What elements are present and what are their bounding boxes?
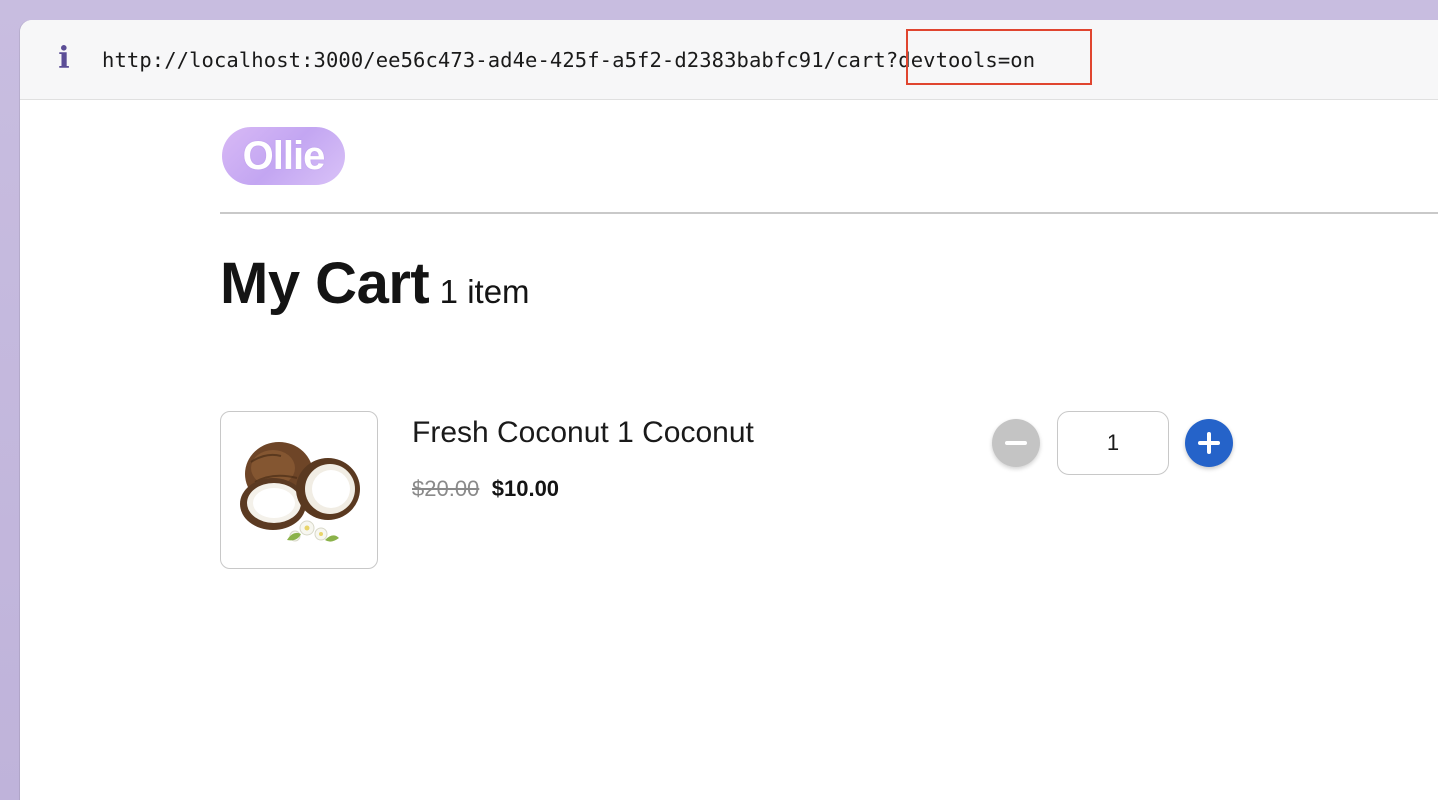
browser-window: i http://localhost:3000/ee56c473-ad4e-42…	[20, 20, 1438, 800]
sale-price: $10.00	[491, 476, 560, 501]
plus-icon	[1198, 432, 1220, 454]
coconut-illustration	[240, 442, 360, 542]
item-price: $20.00 $10.00	[412, 476, 559, 502]
desktop-background: i http://localhost:3000/ee56c473-ad4e-42…	[0, 0, 1438, 800]
logo-text: Ollie	[242, 133, 326, 178]
decrease-quantity-button[interactable]	[992, 419, 1040, 467]
item-name[interactable]: Fresh Coconut 1 Coconut	[412, 416, 754, 450]
cart-page: Ollie My Cart 1 item Fresh Coconut 1 Coc…	[20, 100, 1438, 800]
minus-icon	[1005, 441, 1027, 445]
coconut-image[interactable]	[220, 411, 378, 569]
original-price: $20.00	[412, 476, 480, 501]
url-highlight-box	[906, 29, 1092, 85]
info-icon[interactable]: i	[54, 42, 74, 76]
quantity-input[interactable]: 1	[1057, 411, 1169, 475]
cart-heading: My Cart 1 item	[220, 250, 530, 317]
increase-quantity-button[interactable]	[1185, 419, 1233, 467]
header-divider	[220, 212, 1438, 214]
item-count: 1 item	[439, 273, 530, 310]
page-title: My Cart	[220, 251, 430, 316]
address-bar[interactable]: i http://localhost:3000/ee56c473-ad4e-42…	[20, 20, 1438, 100]
ollie-logo[interactable]: Ollie	[222, 127, 345, 185]
url-text[interactable]: http://localhost:3000/ee56c473-ad4e-425f…	[102, 46, 1035, 74]
